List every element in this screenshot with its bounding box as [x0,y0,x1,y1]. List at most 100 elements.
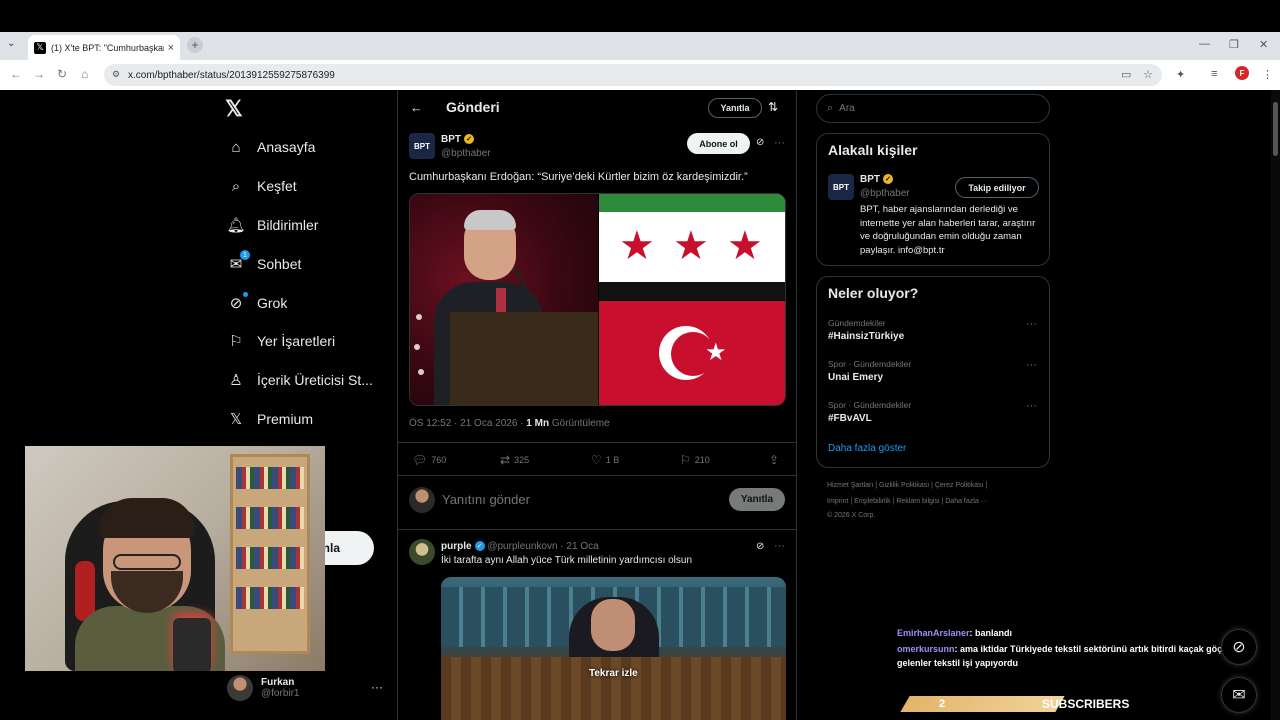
subscribe-button[interactable]: Abone ol [687,133,750,154]
reply-button[interactable]: Yanıtla [729,488,785,511]
home-icon: ⌂ [231,138,241,156]
post-image[interactable]: ★ ★ ★ ★ [409,193,786,406]
replay-button[interactable]: Tekrar izle [589,668,638,679]
subscriber-progress-bar [900,696,1065,712]
author-name[interactable]: BPT ✓ [441,134,474,145]
sidebar-item-premium[interactable]: 𝕏 Premium [227,410,313,428]
more-icon[interactable]: ··· [371,680,383,694]
forward-icon[interactable]: → [33,67,45,81]
maximize-icon[interactable]: ❐ [1229,38,1239,51]
back-arrow-icon[interactable]: ← [410,100,423,115]
window-close-icon[interactable]: ✕ [1259,38,1268,51]
more-icon[interactable]: ··· [774,540,785,552]
tab-search-icon[interactable]: ⌄ [7,38,15,49]
mail-icon: ✉ 1 [227,250,250,273]
grok-icon[interactable]: ⊘ [756,137,764,148]
sidebar-item-creator-studio[interactable]: ♙ İçerik Üreticisi St... [227,371,373,389]
reply-video[interactable]: Tekrar izle [441,577,786,720]
footer-links[interactable]: Imprint | Erişilebilirlik | Reklam bilgi… [827,498,1047,505]
x-logo-icon[interactable]: 𝕏 [225,96,243,122]
sidebar-item-label: Sohbet [257,256,302,272]
heart-icon: ♡ [591,453,602,467]
reply-author[interactable]: purple [441,541,472,552]
like-action[interactable]: ♡ 1 B [591,453,619,467]
back-icon[interactable]: ← [10,67,22,81]
home-browser-icon[interactable]: ⌂ [81,67,88,81]
more-icon[interactable]: ··· [1026,400,1037,412]
new-tab-button[interactable]: + [187,37,203,53]
scrollbar-thumb[interactable] [1273,102,1278,156]
reply-composer: Yanıtını gönder Yanıtla [398,476,796,530]
reply-text: İki tarafta aynı Allah yüce Türk milleti… [441,555,693,566]
show-more-link[interactable]: Daha fazla göster [828,443,906,454]
grok-icon: ⊘ [227,292,248,312]
repost-icon: ⇄ [500,453,511,467]
more-icon[interactable]: ··· [1026,318,1037,330]
url-text: x.com/bpthaber/status/201391255927587639… [128,69,335,81]
address-bar[interactable]: ⚙ x.com/bpthaber/status/2013912559275876… [104,64,1162,86]
card-title: Neler oluyor? [828,285,919,301]
menu-icon[interactable]: ⋮ [1262,68,1273,81]
repost-action[interactable]: ⇄ 325 [500,453,529,467]
copyright: © 2026 X Corp. [827,512,876,519]
bookmark-star-icon[interactable]: ☆ [1143,68,1153,81]
bookmark-action[interactable]: ⚐ 210 [680,453,710,467]
sidebar-item-grok[interactable]: ⊘ Grok [227,292,287,312]
trend-item[interactable]: Spor · Gündemdekiler #FBvAVL [828,400,911,424]
avatar [227,675,253,701]
footer-links[interactable]: Hizmet Şartları | Gizlilik Politikası | … [827,482,1047,489]
browser-tab[interactable]: 𝕏 (1) X'te BPT: "Cumhurbaşkanı Erd × [28,35,180,60]
install-icon[interactable]: ▭ [1121,68,1131,81]
post-text: Cumhurbaşkanı Erdoğan: “Suriye’deki Kürt… [409,171,748,183]
filter-icon[interactable]: ⇅ [768,100,778,114]
grok-icon[interactable]: ⊘ [756,541,764,552]
subscribers-label: SUBSCRIBERS [1042,697,1130,711]
extension-badge-icon[interactable]: F [1235,66,1249,80]
author-avatar[interactable]: BPT [409,133,435,159]
following-button[interactable]: Takip ediliyor [955,177,1039,198]
reply-action[interactable]: 💬︎ 760 [412,453,446,467]
related-handle[interactable]: @bpthaber [860,188,910,199]
reload-icon[interactable]: ↻ [57,67,67,81]
site-info-icon[interactable]: ⚙ [112,69,120,80]
extensions-icon[interactable]: ✦ [1176,68,1185,81]
address-toolbar: ← → ↻ ⌂ ⚙ x.com/bpthaber/status/20139125… [0,60,1280,90]
minimize-icon[interactable]: — [1199,38,1210,50]
share-action[interactable]: ⇪ [769,453,783,467]
sidebar-item-label: Keşfet [257,178,297,194]
views-count: 1 Mn [526,418,550,429]
messages-fab-icon[interactable]: ✉ [1221,677,1257,713]
account-switcher[interactable]: Furkan @forbir1 [227,675,300,701]
post-actions: 💬︎ 760 ⇄ 325 ♡ 1 B ⚐ 210 ⇪ [398,442,796,476]
search-input[interactable]: ⌕ Ara [816,94,1050,123]
sidebar-item-bookmarks[interactable]: ⚐ Yer İşaretleri [227,332,335,350]
media-icon[interactable]: ≡ [1211,68,1217,80]
reply-avatar[interactable] [409,539,435,565]
author-handle[interactable]: @bpthaber [441,148,491,159]
sidebar-item-notifications[interactable]: 🔔︎ Bildirimler [226,216,318,234]
trend-item[interactable]: Gündemdekiler #HainsizTürkiye [828,318,904,342]
sidebar-item-chat[interactable]: ✉ 1 Sohbet [227,250,302,273]
avatar[interactable]: BPT [828,174,854,200]
related-name[interactable]: BPT ✓ [860,174,893,185]
reply-input[interactable]: Yanıtını gönder [442,492,530,507]
reply-pill-button[interactable]: Yanıtla [708,98,762,118]
more-icon[interactable]: ··· [1026,359,1037,371]
page-title: Gönderi [446,99,500,115]
sidebar-item-explore[interactable]: ⌕ Keşfet [227,177,297,195]
sidebar-item-home[interactable]: ⌂ Anasayfa [227,138,315,156]
post-header: ← Gönderi Yanıtla ⇅ [398,90,796,126]
stream-chat-line: omerkursunn: ama iktidar Türkiyede tekst… [897,644,1233,668]
reply-header: purple ✓ @purpleunkovn · 21 Oca [441,541,599,552]
more-icon[interactable]: ··· [774,137,785,149]
tab-title: (1) X'te BPT: "Cumhurbaşkanı Erd [51,42,164,53]
stream-chat-line: EmirhanArslaner: banlandı [897,628,1013,638]
chat-badge: 1 [240,250,250,260]
tab-close-icon[interactable]: × [168,42,174,54]
reply-handle[interactable]: @purpleunkovn · 21 Oca [487,541,598,552]
trend-item[interactable]: Spor · Gündemdekiler Unai Emery [828,359,911,383]
grok-fab-icon[interactable]: ⊘ [1221,629,1257,665]
scrollbar[interactable] [1271,90,1280,720]
bookshelf [230,454,310,654]
screen-top-black [0,0,1280,32]
